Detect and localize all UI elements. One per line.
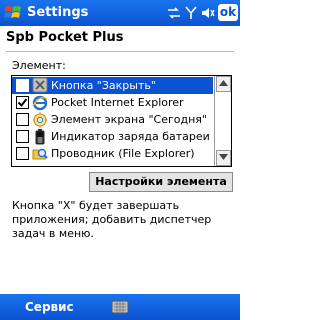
list-item-today-screen[interactable]: Элемент экрана "Сегодня" [12, 111, 213, 128]
page-title: Spb Pocket Plus [6, 30, 124, 45]
windows-start-icon[interactable] [3, 3, 23, 23]
service-menu-button[interactable]: Сервис [25, 299, 74, 315]
element-list-label: Элемент: [12, 59, 66, 72]
header-divider [6, 51, 234, 52]
internet-explorer-icon [32, 94, 48, 111]
scroll-up-button[interactable] [216, 76, 231, 92]
status-icons [165, 4, 216, 22]
signal-icon[interactable] [182, 4, 199, 22]
list-item-label: Кнопка "Закрыть" [51, 79, 156, 92]
list-item-checkbox[interactable] [16, 79, 29, 92]
menu-bar: Сервис [0, 294, 240, 320]
title-bar: Settings ok [0, 0, 240, 26]
connectivity-icon[interactable] [165, 4, 182, 22]
close-button-icon [32, 77, 48, 94]
help-text: Кнопка "X" будет завершать приложения; д… [12, 199, 212, 240]
list-item-internet-explorer[interactable]: Pocket Internet Explorer [12, 94, 213, 111]
battery-icon [32, 128, 48, 145]
element-listbox[interactable]: Кнопка "Закрыть" Pocket Internet Explore… [11, 75, 232, 167]
list-scrollbar[interactable] [214, 76, 231, 166]
list-item-battery[interactable]: Индикатор заряда батареи [12, 128, 213, 145]
list-item-close-button[interactable]: Кнопка "Закрыть" [12, 77, 213, 94]
element-settings-button[interactable]: Настройки элемента [89, 172, 233, 192]
list-item-label: Pocket Internet Explorer [51, 96, 184, 109]
today-screen-icon [32, 111, 48, 128]
list-item-label: Индикатор заряда батареи [51, 130, 210, 143]
list-item-checkbox[interactable] [16, 96, 29, 109]
list-item-checkbox[interactable] [16, 130, 29, 143]
list-item-label: Элемент экрана "Сегодня" [51, 113, 207, 126]
file-explorer-icon [32, 145, 48, 162]
list-item-label: Проводник (File Explorer) [51, 147, 195, 160]
scroll-down-button[interactable] [216, 150, 231, 166]
list-item-checkbox[interactable] [16, 113, 29, 126]
keyboard-icon[interactable] [111, 298, 129, 316]
window-title: Settings [27, 5, 89, 20]
volume-icon[interactable] [199, 4, 216, 22]
list-item-checkbox[interactable] [16, 147, 29, 160]
ok-button[interactable]: ok [218, 4, 238, 21]
list-item-file-explorer[interactable]: Проводник (File Explorer) [12, 145, 213, 162]
